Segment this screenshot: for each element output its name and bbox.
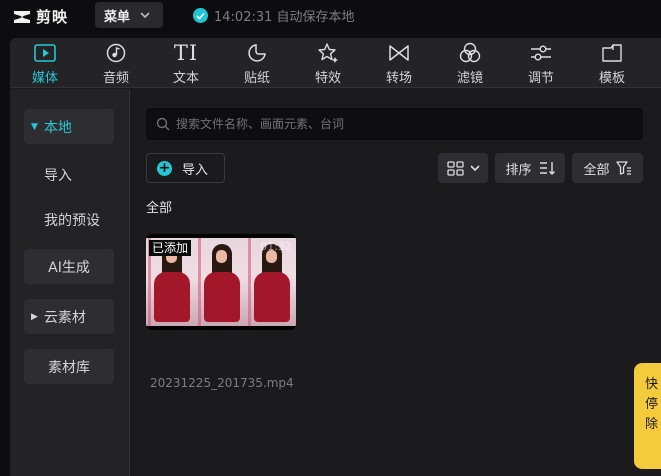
section-title: 全部 [146,201,173,216]
menu-label: 菜单 [104,9,131,25]
sidebar-item-ai-generate[interactable]: AI生成 [24,249,114,284]
app-logo: 剪映 [12,6,68,27]
tab-sticker[interactable]: 贴纸 [227,40,287,86]
tab-filter[interactable]: 滤镜 [440,40,500,86]
filter-icon [459,42,481,63]
capcut-logo-icon [12,8,32,26]
sort-icon [539,162,555,175]
sidebar-item-import[interactable]: 导入 [24,157,114,192]
tab-template[interactable]: 模板 [582,40,642,86]
tab-media[interactable]: 媒体 [15,40,75,86]
video-duration: 01:32 [260,240,292,253]
media-item[interactable]: 已添加 01:32 [146,234,296,330]
autosave-status: 14:02:31 自动保存本地 [193,6,355,25]
sidebar-item-cloud[interactable]: ▶ 云素材 [24,299,114,334]
caret-down-icon: ▼ [31,121,38,132]
tab-transition[interactable]: 转场 [369,40,429,86]
autosave-text: 14:02:31 自动保存本地 [214,10,355,25]
funnel-icon [615,161,631,175]
caret-right-icon: ▶ [31,311,38,322]
title-bar: 剪映 菜单 14:02:31 自动保存本地 [0,0,661,32]
added-badge: 已添加 [149,240,192,256]
chevron-down-icon [140,11,150,18]
tab-bar: 媒体 音频 TI 文本 贴纸 特效 转场 滤镜 调节 模板 [10,38,661,88]
sticker-icon [248,44,266,62]
search-icon [156,117,170,131]
text-icon: TI [173,41,199,65]
adjust-icon [531,45,551,61]
media-file-name: 20231225_201735.mp4 [150,376,294,390]
tab-audio[interactable]: 音频 [86,40,146,86]
content-area: + 导入 排序 全部 全部 已添加 01:32 20231225_201735.… [131,89,661,476]
search-bar[interactable] [146,108,643,140]
check-circle-icon [193,8,208,23]
tab-adjust[interactable]: 调节 [511,40,571,86]
transition-icon [389,45,409,61]
hint-tooltip: 快 停 除 [634,363,661,469]
sidebar-item-local[interactable]: ▼ 本地 [24,109,114,144]
media-icon [34,44,56,62]
chevron-down-icon [469,164,480,171]
filter-button[interactable]: 全部 [572,153,643,183]
plus-icon: + [157,160,172,176]
app-name: 剪映 [36,8,69,26]
grid-view-icon [446,160,464,176]
media-panel: 媒体 音频 TI 文本 贴纸 特效 转场 滤镜 调节 模板 ▼ 本地 导入 我的… [10,38,661,476]
sort-button[interactable]: 排序 [495,153,565,183]
search-input[interactable] [176,117,616,131]
sidebar-item-my-presets[interactable]: 我的预设 [24,202,114,237]
template-icon [602,44,622,62]
audio-icon [106,43,126,63]
effects-icon [318,43,338,63]
sidebar: ▼ 本地 导入 我的预设 AI生成 ▶ 云素材 素材库 [10,89,130,476]
view-mode-button[interactable] [438,153,488,183]
menu-button[interactable]: 菜单 [95,2,163,28]
tab-effects[interactable]: 特效 [298,40,358,86]
sidebar-item-library[interactable]: 素材库 [24,349,114,384]
import-button[interactable]: + 导入 [146,153,225,183]
tab-text[interactable]: TI 文本 [156,40,216,86]
